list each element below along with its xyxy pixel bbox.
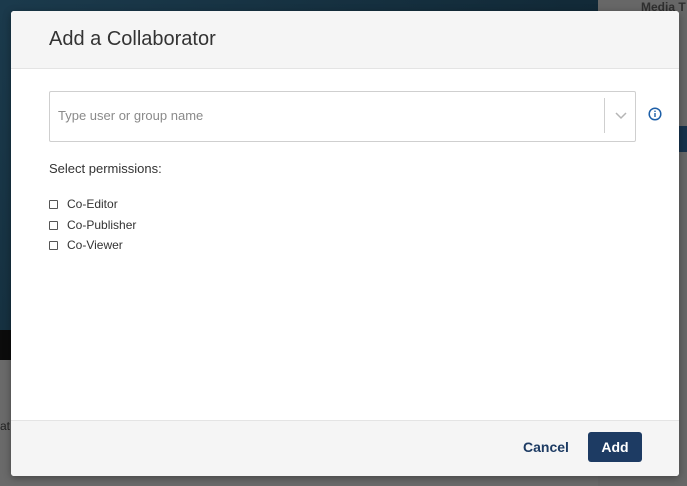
add-button[interactable]: Add <box>588 432 642 462</box>
permission-co-editor[interactable]: Co-Editor <box>49 197 118 211</box>
co-publisher-checkbox[interactable] <box>49 220 58 230</box>
permission-co-publisher[interactable]: Co-Publisher <box>49 218 136 232</box>
co-editor-label: Co-Editor <box>67 197 118 211</box>
dialog-body: Select permissions: Co-Editor Co-Publish… <box>11 69 679 420</box>
select-divider <box>604 98 605 133</box>
dialog-title: Add a Collaborator <box>49 28 216 50</box>
user-group-search-input[interactable] <box>58 92 598 139</box>
dialog-footer: Cancel Add <box>11 420 679 476</box>
permission-co-viewer[interactable]: Co-Viewer <box>49 238 123 252</box>
co-publisher-label: Co-Publisher <box>67 218 137 232</box>
info-icon[interactable] <box>648 107 662 121</box>
user-group-select[interactable] <box>49 91 636 142</box>
co-viewer-checkbox[interactable] <box>49 240 58 250</box>
co-viewer-label: Co-Viewer <box>67 238 123 252</box>
co-editor-checkbox[interactable] <box>49 199 58 209</box>
chevron-down-icon[interactable] <box>610 105 632 127</box>
add-collaborator-dialog: Add a Collaborator Select permissions: C… <box>11 11 679 476</box>
cancel-button[interactable]: Cancel <box>523 439 569 455</box>
background-left-text: at <box>0 419 11 433</box>
permissions-label: Select permissions: <box>49 161 162 176</box>
dialog-header: Add a Collaborator <box>11 11 679 69</box>
